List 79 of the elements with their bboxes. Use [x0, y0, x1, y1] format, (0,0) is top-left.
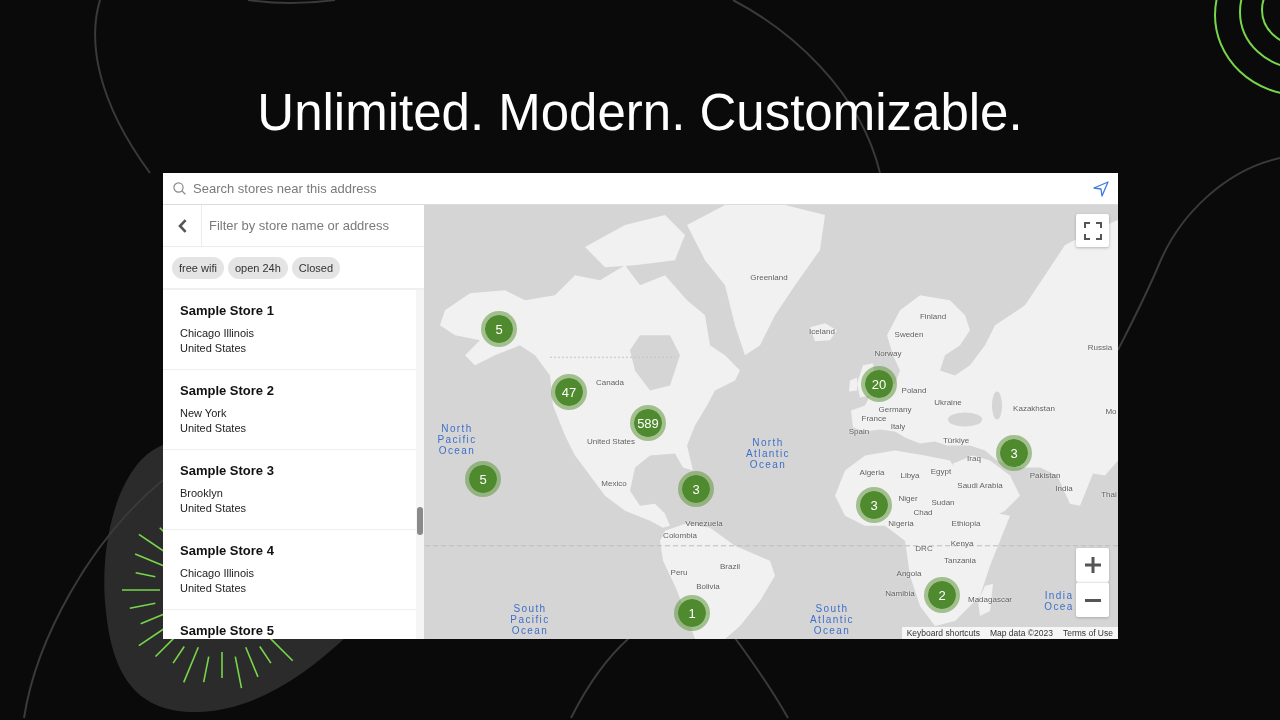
country-label: Chad [913, 508, 933, 518]
store-address: United States [180, 421, 247, 436]
country-label: Mexico [601, 479, 627, 489]
country-label: Peru [670, 568, 688, 578]
country-label: Saudi Arabia [957, 481, 1003, 491]
country-label: India [1055, 484, 1073, 494]
store-address: Chicago Illinois [180, 326, 254, 341]
country-label: Türkiye [942, 436, 970, 446]
attribution-link[interactable]: Map data ©2023 [989, 627, 1053, 639]
store-address: United States [180, 341, 247, 356]
search-icon [173, 182, 186, 195]
country-label: Namibia [885, 589, 915, 599]
country-label: Poland [901, 386, 927, 396]
store-name: Sample Store 4 [180, 543, 274, 558]
zoom-in-button[interactable] [1076, 548, 1109, 582]
scrollbar-thumb[interactable] [417, 507, 423, 535]
filter-tag[interactable]: free wifi [172, 256, 224, 279]
cluster-marker[interactable]: 3 [678, 471, 714, 507]
country-label: Tanzania [944, 556, 976, 566]
filter-tag[interactable]: open 24h [227, 256, 288, 279]
country-label: Thai [1101, 490, 1117, 500]
country-label: Algeria [859, 468, 885, 478]
country-label: Italy [890, 422, 906, 432]
country-label: Egypt [930, 467, 952, 477]
country-label: Madagascar [968, 595, 1012, 605]
country-label: Russia [1087, 343, 1113, 353]
zoom-out-button[interactable] [1076, 582, 1109, 617]
store-name: Sample Store 2 [180, 383, 274, 398]
fullscreen-icon [1083, 221, 1102, 240]
country-label: Libya [900, 471, 920, 481]
country-label: Sweden [894, 330, 924, 340]
filter-tag[interactable]: Closed [291, 256, 341, 279]
country-label: Niger [898, 494, 918, 504]
country-label: DRC [915, 544, 933, 554]
ocean-label: South Atlantic Ocean [810, 602, 854, 636]
ocean-label: South Pacific Ocean [510, 602, 550, 636]
country-label: Kazakhstan [1013, 404, 1055, 414]
headline: Unlimited. Modern. Customizable. [257, 83, 1023, 143]
cluster-marker[interactable]: 20 [861, 366, 897, 402]
country-label: France [861, 414, 887, 424]
country-label: Finland [919, 312, 947, 322]
attribution-link[interactable]: Terms of Use [1062, 627, 1113, 639]
country-label: Spain [848, 427, 870, 437]
store-address: United States [180, 581, 247, 596]
country-label: Iceland [809, 327, 835, 337]
store-address: United States [180, 501, 247, 516]
store-address: New York [180, 406, 227, 421]
store-name: Sample Store 1 [180, 303, 274, 318]
minus-icon [1084, 598, 1101, 602]
ocean-label: India Ocea [1044, 590, 1074, 612]
country-label: Kenya [950, 539, 974, 549]
country-label: Norway [874, 349, 902, 359]
country-label: Venezuela [685, 519, 723, 529]
fullscreen-button[interactable] [1076, 214, 1109, 247]
navigation-arrow-icon[interactable] [1093, 180, 1109, 197]
country-label: Colombia [663, 531, 697, 541]
country-label: Greenland [750, 273, 788, 283]
country-label: Germany [878, 405, 912, 415]
store-address: Chicago Illinois [180, 566, 254, 581]
ocean-label: North Pacific Ocean [437, 422, 477, 456]
country-label: Brazil [720, 562, 740, 572]
plus-icon [1084, 557, 1101, 573]
country-label: Angola [896, 569, 922, 579]
cluster-marker[interactable]: 5 [465, 461, 501, 497]
country-label: Pakistan [1029, 471, 1061, 481]
country-label: Ethiopia [951, 519, 981, 529]
store-name: Sample Store 5 [180, 623, 274, 638]
country-label: Bolivia [696, 582, 720, 592]
ocean-label: North Atlantic Ocean [746, 436, 790, 470]
country-label: Mo [1105, 407, 1117, 417]
country-label: Ukraine [934, 398, 962, 408]
country-label: Sudan [931, 498, 955, 508]
store-name: Sample Store 3 [180, 463, 274, 478]
chevron-left-icon [177, 218, 187, 233]
attribution-link[interactable]: Keyboard shortcuts [906, 627, 980, 639]
country-label: Canada [596, 378, 624, 388]
country-label: Iraq [967, 454, 981, 464]
cluster-marker[interactable]: 1 [674, 595, 710, 631]
store-address: Brooklyn [180, 486, 223, 501]
